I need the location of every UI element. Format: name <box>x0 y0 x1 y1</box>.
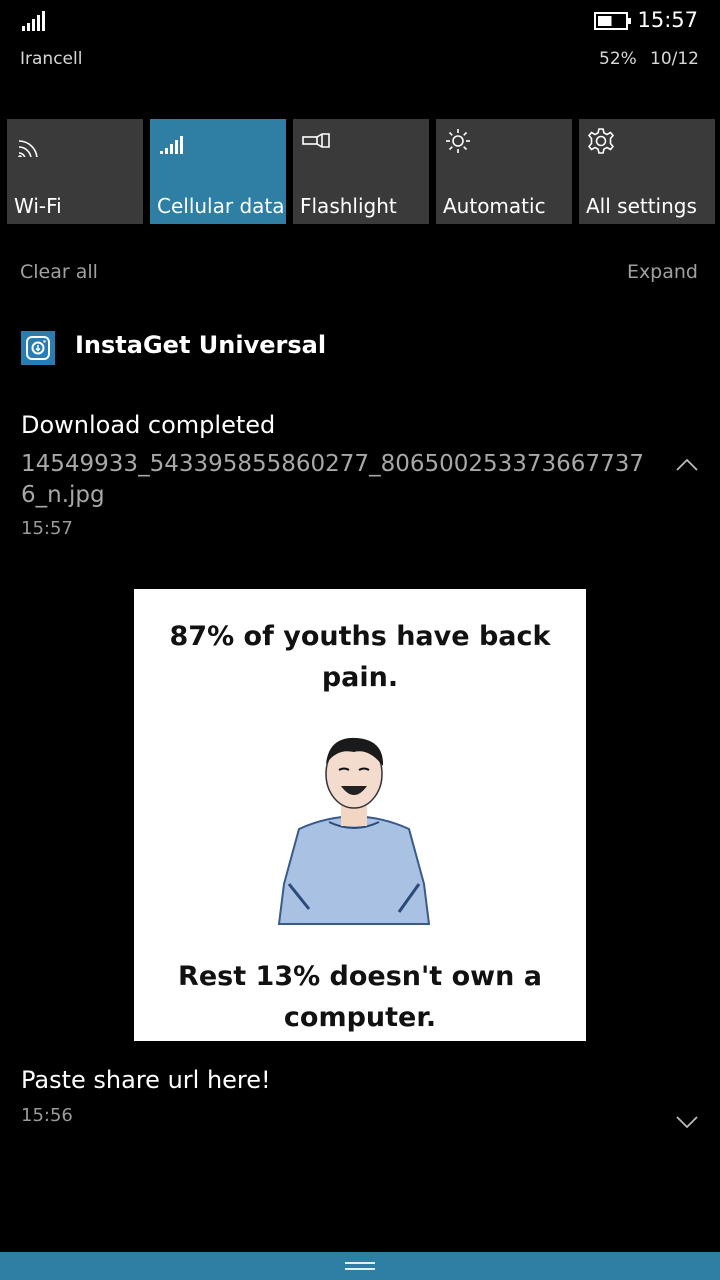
meme-top-text: 87% of youths have back pain. <box>169 621 551 693</box>
notification-time: 15:56 <box>21 1105 73 1126</box>
meme-bottom-text: Rest 13% doesn't own a computer. <box>178 961 542 1033</box>
notification-image[interactable]: 87% of youths have back pain. Rest 13% d… <box>134 589 586 1041</box>
quick-action-label: Cellular data <box>157 194 285 218</box>
instaget-app-icon <box>21 331 55 365</box>
flashlight-icon <box>302 133 330 148</box>
handle-icon <box>345 1262 375 1270</box>
action-center-handle[interactable] <box>0 1252 720 1280</box>
clear-all-button[interactable]: Clear all <box>20 261 98 283</box>
quick-action-all-settings[interactable]: All settings <box>579 119 715 224</box>
chevron-up-icon[interactable] <box>675 458 699 472</box>
quick-action-flashlight[interactable]: Flashlight <box>293 119 429 224</box>
gear-icon <box>588 128 615 154</box>
laughing-man-illustration <box>277 737 431 925</box>
notification-title[interactable]: Download completed <box>21 411 275 439</box>
chevron-down-icon[interactable] <box>675 1115 699 1129</box>
battery-percent: 52% <box>599 49 637 69</box>
quick-action-label: All settings <box>586 194 697 218</box>
cellular-icon <box>160 136 183 154</box>
quick-actions: Wi-Fi Cellular data Flashlight Automatic… <box>7 119 715 224</box>
quick-action-cellular-data[interactable]: Cellular data <box>150 119 286 224</box>
quick-action-brightness[interactable]: Automatic <box>436 119 572 224</box>
notification-time: 15:57 <box>21 518 73 539</box>
signal-bars-icon <box>22 11 45 31</box>
battery-icon <box>594 12 631 30</box>
notification-body[interactable]: 14549933_543395855860277_806500253373667… <box>21 449 646 511</box>
clock: 15:57 <box>637 8 698 32</box>
quick-action-label: Flashlight <box>300 194 397 218</box>
wifi-icon <box>18 140 38 157</box>
brightness-icon <box>446 129 470 153</box>
quick-action-wifi[interactable]: Wi-Fi <box>7 119 143 224</box>
carrier-name: Irancell <box>20 49 83 69</box>
expand-button[interactable]: Expand <box>627 261 698 283</box>
app-name: InstaGet Universal <box>75 331 327 359</box>
quick-action-label: Wi-Fi <box>14 194 62 218</box>
notification-title[interactable]: Paste share url here! <box>21 1066 271 1094</box>
date: 10/12 <box>650 49 699 69</box>
quick-action-label: Automatic <box>443 194 546 218</box>
